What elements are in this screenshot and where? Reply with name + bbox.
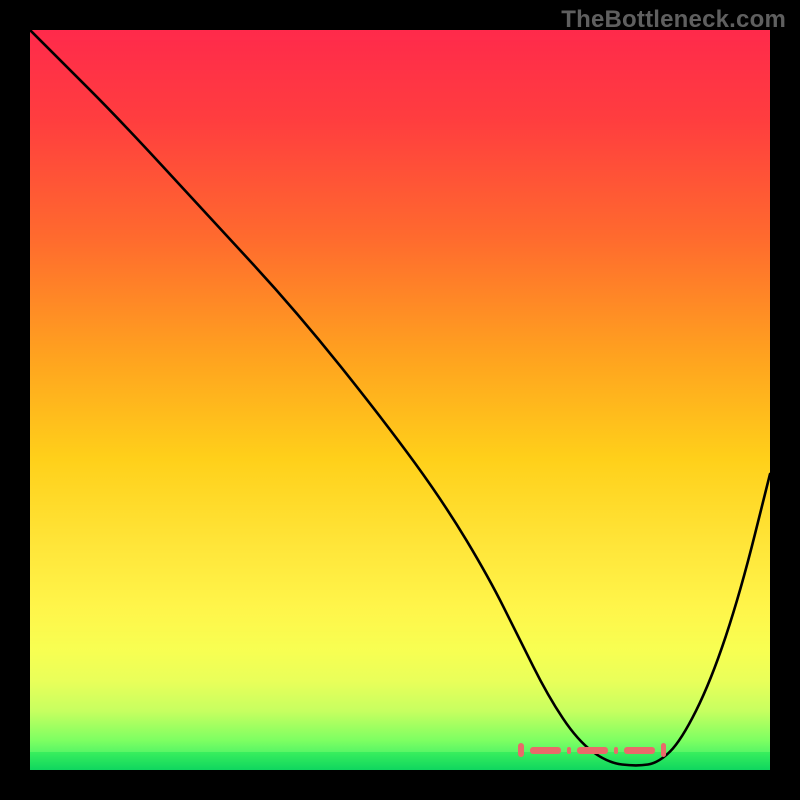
flat-dash bbox=[567, 747, 571, 754]
chart-frame: TheBottleneck.com bbox=[0, 0, 800, 800]
flat-zone-dashes bbox=[518, 746, 666, 754]
flat-dash bbox=[518, 743, 523, 757]
flat-dash bbox=[577, 747, 608, 754]
flat-dash bbox=[530, 747, 561, 754]
flat-dash bbox=[624, 747, 655, 754]
curve-line bbox=[30, 30, 770, 765]
flat-dash bbox=[614, 747, 618, 754]
flat-dash bbox=[661, 743, 666, 757]
bottleneck-curve bbox=[30, 30, 770, 770]
watermark-text: TheBottleneck.com bbox=[561, 6, 786, 34]
plot-area bbox=[30, 30, 770, 770]
